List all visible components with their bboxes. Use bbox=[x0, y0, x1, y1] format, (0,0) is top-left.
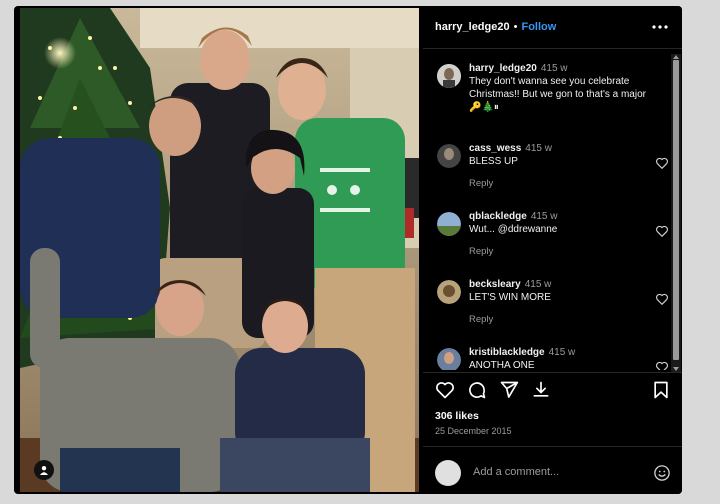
heart-icon[interactable] bbox=[435, 380, 455, 400]
action-bar bbox=[423, 376, 682, 404]
avatar[interactable] bbox=[437, 280, 461, 304]
download-icon[interactable] bbox=[531, 380, 551, 400]
follow-button[interactable]: Follow bbox=[521, 21, 556, 33]
scrollbar-thumb[interactable] bbox=[673, 60, 679, 360]
family-photo-image bbox=[20, 8, 419, 492]
reply-button[interactable]: Reply bbox=[469, 178, 493, 189]
comment-time: 415 w bbox=[530, 211, 558, 222]
add-comment-input[interactable]: Add a comment... bbox=[473, 466, 559, 478]
comment-username[interactable]: qblackledge bbox=[469, 211, 527, 222]
comment-icon[interactable] bbox=[467, 380, 487, 400]
avatar[interactable] bbox=[437, 212, 461, 236]
comment-text: ANOTHA ONE bbox=[469, 360, 535, 370]
more-options-icon[interactable] bbox=[652, 19, 668, 35]
caption-username[interactable]: harry_ledge20 bbox=[469, 63, 537, 74]
comment-body: qblackledge 415 w Wut... @ddrewanne bbox=[469, 210, 659, 236]
comments-scrollbar[interactable] bbox=[671, 54, 681, 372]
add-comment-divider bbox=[423, 446, 682, 447]
post-header: harry_ledge20 • Follow bbox=[423, 6, 682, 48]
add-comment-row: Add a comment... bbox=[423, 452, 682, 494]
current-user-avatar bbox=[435, 460, 461, 486]
scroll-up-arrow[interactable] bbox=[673, 55, 679, 59]
avatar[interactable] bbox=[437, 64, 461, 88]
comment-time: 415 w bbox=[525, 143, 552, 154]
like-comment-heart-icon[interactable] bbox=[655, 156, 669, 170]
header-separator: • bbox=[513, 21, 518, 33]
likes-count[interactable]: 306 likes bbox=[435, 410, 479, 422]
caption-emojis: 🔑🎄⏸ bbox=[469, 102, 499, 113]
like-comment-heart-icon[interactable] bbox=[655, 224, 669, 238]
comment-body: becksleary 415 w LET'S WIN MORE bbox=[469, 278, 659, 304]
comment-username[interactable]: becksleary bbox=[469, 279, 521, 290]
header-username[interactable]: harry_ledge20 bbox=[435, 21, 510, 33]
like-comment-heart-icon[interactable] bbox=[655, 292, 669, 306]
scroll-down-arrow[interactable] bbox=[673, 367, 679, 371]
avatar[interactable] bbox=[437, 144, 461, 168]
avatar[interactable] bbox=[437, 348, 461, 370]
comment-username[interactable]: kristiblackledge bbox=[469, 347, 545, 358]
comment-text: LET'S WIN MORE bbox=[469, 292, 551, 303]
like-comment-heart-icon[interactable] bbox=[655, 360, 669, 370]
comment-text: BLESS UP bbox=[469, 156, 518, 167]
post-modal: harry_ledge20 • Follow harry_ledge20 415 … bbox=[14, 6, 682, 494]
caption-text: They don't wanna see you celebrate Chris… bbox=[469, 76, 646, 100]
post-date: 25 December 2015 bbox=[435, 426, 512, 436]
reply-button[interactable]: Reply bbox=[469, 246, 493, 257]
post-photo[interactable] bbox=[20, 8, 419, 492]
comment-username[interactable]: cass_wess bbox=[469, 143, 521, 154]
tagged-users-icon[interactable] bbox=[34, 460, 54, 480]
reply-button[interactable]: Reply bbox=[469, 314, 493, 325]
caption-time: 415 w bbox=[540, 63, 568, 74]
post-details-pane: harry_ledge20 • Follow harry_ledge20 415 … bbox=[423, 6, 682, 494]
header-divider bbox=[423, 48, 682, 49]
share-icon[interactable] bbox=[499, 380, 519, 400]
comment-text: Wut... @ddrewanne bbox=[469, 224, 558, 235]
comment-body: kristiblackledge 415 w ANOTHA ONE bbox=[469, 346, 659, 370]
actions-divider bbox=[423, 372, 682, 373]
save-icon[interactable] bbox=[651, 380, 671, 400]
emoji-icon[interactable] bbox=[653, 464, 671, 482]
comment-body: cass_wess 415 w BLESS UP bbox=[469, 142, 659, 168]
comment-time: 415 w bbox=[524, 279, 552, 290]
caption-body: harry_ledge20 415 w They don't wanna see … bbox=[469, 62, 659, 114]
comments-list[interactable]: harry_ledge20 415 w They don't wanna see … bbox=[423, 54, 682, 370]
comment-time: 415 w bbox=[548, 347, 576, 358]
